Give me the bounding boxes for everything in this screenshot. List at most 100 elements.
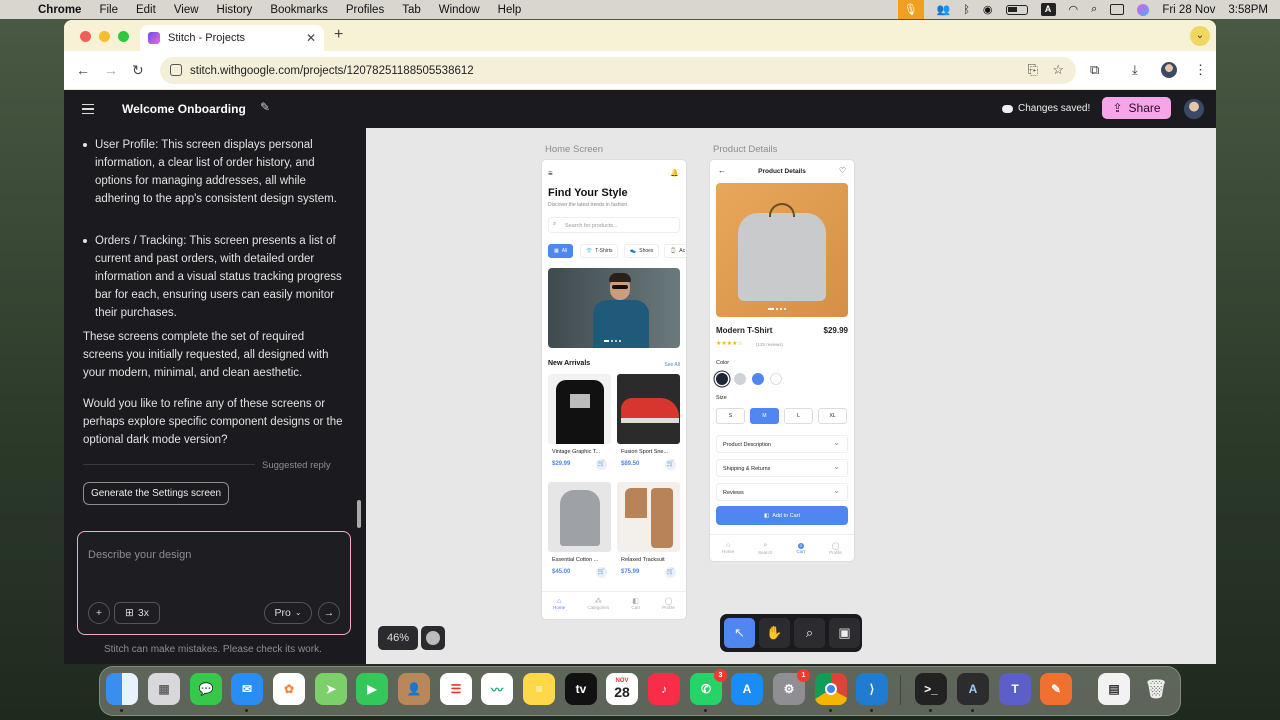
color-swatch-white[interactable] xyxy=(770,373,782,385)
nav-cart[interactable]: ◧ Cart xyxy=(631,597,640,610)
contacts-icon[interactable]: 👤 xyxy=(398,673,430,705)
mail-icon[interactable]: ✉ xyxy=(231,673,263,712)
variants-button[interactable]: ⊞ 3x xyxy=(114,602,160,624)
focus-icon[interactable]: ◉ xyxy=(983,3,993,16)
select-tool-icon[interactable]: ↖ xyxy=(724,618,755,648)
nav-profile[interactable]: ◯ Profile xyxy=(662,597,675,610)
vscode-icon[interactable]: ⟩ xyxy=(856,673,888,712)
design-canvas[interactable]: Home Screen Product Details ≡ 🔔 Find You… xyxy=(366,128,1216,664)
menu-help[interactable]: Help xyxy=(498,4,522,16)
carousel-dots[interactable] xyxy=(604,340,621,342)
add-to-cart-icon[interactable]: 🛒 xyxy=(596,459,607,470)
pen-app-icon[interactable]: ✎ xyxy=(1040,673,1072,705)
new-tab-icon[interactable]: + xyxy=(334,26,343,44)
menu-bookmarks[interactable]: Bookmarks xyxy=(270,4,328,16)
close-tab-icon[interactable]: ✕ xyxy=(306,31,316,45)
hamburger-menu-icon[interactable] xyxy=(82,104,94,114)
zoom-level[interactable]: 46% xyxy=(378,626,418,650)
forward-icon[interactable]: → xyxy=(104,62,118,78)
hand-tool-icon[interactable]: ✋ xyxy=(759,618,790,648)
chip-accessories[interactable]: ⌚ Ac xyxy=(664,244,686,258)
recent-document-icon[interactable]: ▤ xyxy=(1098,673,1130,705)
system-settings-icon[interactable]: ⚙ 1 xyxy=(773,669,810,705)
teams-icon[interactable]: T xyxy=(999,673,1031,705)
menubar-time[interactable]: 3:58PM xyxy=(1228,4,1268,16)
chip-tshirts[interactable]: 👕 T-Shirts xyxy=(580,244,619,258)
project-title[interactable]: Welcome Onboarding xyxy=(122,102,246,116)
product-details-frame[interactable]: ← Product Details ♡ Modern T-Shirt $29.9… xyxy=(710,160,854,561)
install-app-icon[interactable]: ⎘ xyxy=(1028,62,1038,78)
accordion-reviews[interactable]: Reviews xyxy=(716,483,848,501)
add-to-cart-icon[interactable]: 🛒 xyxy=(665,567,676,578)
input-source-icon[interactable]: A xyxy=(1040,3,1056,16)
prompt-composer[interactable]: Describe your design + ⊞ 3x Pro ⌄ → xyxy=(77,531,351,635)
music-icon[interactable]: ♪ xyxy=(648,673,680,705)
wifi-icon[interactable]: ◠ xyxy=(1069,3,1079,16)
download-icon[interactable]: ⤓ xyxy=(1132,62,1138,78)
product-card[interactable]: Relaxed Tracksuit $75.99 🛒 xyxy=(617,482,680,582)
add-to-cart-icon[interactable]: 🛒 xyxy=(596,567,607,578)
accordion-description[interactable]: Product Description xyxy=(716,435,848,453)
size-xl[interactable]: XL xyxy=(818,408,847,424)
back-icon[interactable]: ← xyxy=(76,62,90,78)
microphone-icon[interactable]: 🎙 xyxy=(897,0,924,19)
finder-icon[interactable] xyxy=(106,673,138,712)
photos-icon[interactable]: ✿ xyxy=(273,673,305,705)
menu-history[interactable]: History xyxy=(217,4,253,16)
hero-banner[interactable] xyxy=(548,268,680,348)
product-card[interactable]: Essential Cotton ... $45.00 🛒 xyxy=(548,482,611,582)
url-text[interactable]: stitch.withgoogle.com/projects/120782511… xyxy=(190,65,474,77)
spotlight-icon[interactable]: ⌕ xyxy=(1091,3,1097,16)
reminders-icon[interactable]: ☰ xyxy=(440,673,472,705)
siri-icon[interactable] xyxy=(1137,3,1150,16)
freeform-icon[interactable]: 〰 xyxy=(481,673,513,705)
product-card[interactable]: Fusion Sport Sne... $89.50 🛒 xyxy=(617,374,680,474)
size-s[interactable]: S xyxy=(716,408,745,424)
site-info-icon[interactable] xyxy=(170,64,182,76)
add-to-cart-button[interactable]: ◧ Add to Cart xyxy=(716,506,848,525)
share-button[interactable]: ⇪ Share xyxy=(1102,97,1171,119)
zoom-window-button[interactable] xyxy=(118,31,129,42)
reload-icon[interactable]: ↻ xyxy=(132,62,144,79)
menu-window[interactable]: Window xyxy=(439,4,480,16)
image-tool-icon[interactable]: ▣ xyxy=(829,618,860,648)
nav-categories[interactable]: ⁂ Categories xyxy=(587,597,609,610)
messages-icon[interactable]: 💬 xyxy=(190,673,222,705)
user-avatar[interactable] xyxy=(1184,99,1204,119)
app-store-icon[interactable]: A xyxy=(731,673,763,705)
home-screen-frame[interactable]: ≡ 🔔 Find Your Style Discover the latest … xyxy=(542,160,686,619)
minimize-window-button[interactable] xyxy=(99,31,110,42)
nav-home[interactable]: ⌂ Home xyxy=(722,542,734,554)
see-all-link[interactable]: See All xyxy=(664,362,680,368)
menubar-date[interactable]: Fri 28 Nov xyxy=(1162,4,1215,16)
favorite-heart-icon[interactable]: ♡ xyxy=(839,166,846,175)
menu-edit[interactable]: Edit xyxy=(136,4,156,16)
trash-icon[interactable]: 🗑 xyxy=(1140,673,1172,705)
calendar-icon[interactable]: NOV 28 xyxy=(606,673,638,705)
tab-search-icon[interactable]: ⌄ xyxy=(1190,26,1210,46)
whatsapp-icon[interactable]: ✆ 3 xyxy=(690,669,727,712)
menu-tab[interactable]: Tab xyxy=(402,4,421,16)
accordion-shipping[interactable]: Shipping & Returns xyxy=(716,459,848,477)
apple-menu-icon[interactable] xyxy=(10,3,22,16)
address-bar[interactable]: stitch.withgoogle.com/projects/120782511… xyxy=(160,57,1076,84)
product-details-label[interactable]: Product Details xyxy=(713,144,777,155)
nav-home[interactable]: ⌂ Home xyxy=(553,598,565,610)
browser-tab[interactable]: Stitch - Projects ✕ xyxy=(140,25,324,51)
close-window-button[interactable] xyxy=(80,31,91,42)
maps-icon[interactable]: ➤ xyxy=(315,673,347,705)
add-to-cart-icon[interactable]: 🛒 xyxy=(665,459,676,470)
chrome-icon[interactable] xyxy=(815,673,847,712)
bookmark-star-icon[interactable]: ☆ xyxy=(1052,62,1064,78)
bluetooth-icon[interactable]: ᛒ xyxy=(963,4,970,16)
menu-view[interactable]: View xyxy=(174,4,199,16)
notes-icon[interactable]: ≡ xyxy=(523,673,555,705)
bell-icon[interactable]: 🔔 xyxy=(670,169,679,177)
home-screen-label[interactable]: Home Screen xyxy=(545,144,603,155)
scrollbar[interactable] xyxy=(357,500,361,528)
color-swatch-blue[interactable] xyxy=(752,373,764,385)
control-center-icon[interactable] xyxy=(1110,4,1125,15)
zoom-tool-icon[interactable]: ⌕ xyxy=(794,618,825,648)
color-swatch-navy[interactable] xyxy=(716,373,728,385)
product-hero-image[interactable] xyxy=(716,183,848,317)
